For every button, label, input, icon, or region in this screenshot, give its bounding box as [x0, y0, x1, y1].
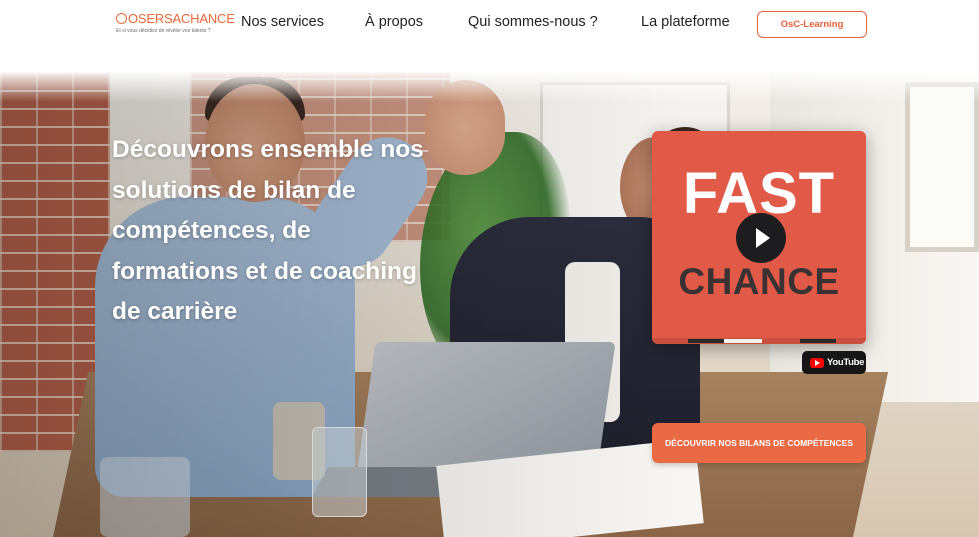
discover-assessments-button[interactable]: DÉCOUVRIR NOS BILANS DE COMPÉTENCES — [652, 423, 866, 463]
youtube-label: YouTube — [827, 357, 865, 368]
video-segment — [800, 339, 836, 343]
youtube-icon — [810, 357, 824, 368]
video-title-chance: CHANCE — [678, 261, 840, 302]
video-segment — [688, 339, 724, 343]
nav-item-who-are-we[interactable]: Qui sommes-nous ? — [468, 14, 598, 30]
nav-item-about[interactable]: À propos — [365, 14, 423, 30]
play-icon[interactable] — [736, 213, 786, 263]
hero-section: Découvrons ensemble nos solutions de bil… — [0, 72, 979, 537]
logo-tagline: Et si vous décidiez de révéler vos talen… — [116, 28, 211, 34]
nav-item-services[interactable]: Nos services — [241, 14, 324, 30]
logo-text: OSERSACHANCE — [128, 11, 235, 26]
osc-learning-button[interactable]: OsC-Learning — [757, 11, 867, 38]
page: OSERSACHANCE Et si vous décidiez de révé… — [0, 0, 979, 537]
brand-logo[interactable]: OSERSACHANCE Et si vous décidiez de révé… — [116, 12, 235, 38]
video-thumbnail[interactable]: FAST CHANCE — [652, 131, 866, 344]
video-segment — [724, 339, 762, 343]
hero-top-fade — [0, 72, 979, 102]
nav-item-platform[interactable]: La plateforme — [641, 14, 730, 30]
youtube-badge[interactable]: YouTube — [802, 351, 866, 374]
site-header: OSERSACHANCE Et si vous décidiez de révé… — [0, 0, 979, 50]
logo-wordmark: OSERSACHANCE — [116, 12, 235, 26]
hero-headline: Découvrons ensemble nos solutions de bil… — [112, 136, 424, 325]
